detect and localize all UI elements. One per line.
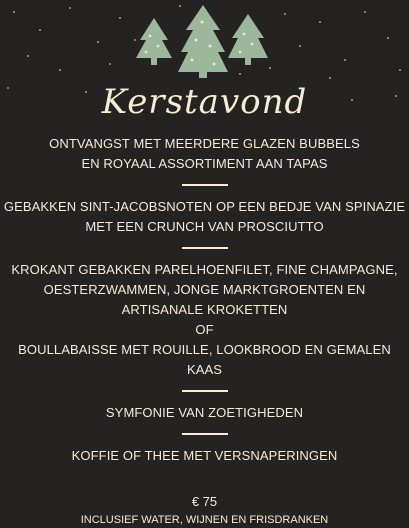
course-line: GEBAKKEN SINT-JACOBSNOTEN OP EEN BEDJE V… [3,199,406,214]
course-line: ARTISANALE KROKETTEN [121,302,288,317]
course-dessert: SYMFONIE VAN ZOETIGHEDEN [0,403,409,423]
course-starter: GEBAKKEN SINT-JACOBSNOTEN OP EEN BEDJE V… [0,197,409,237]
course-reception: ONTVANGST MET MEERDERE GLAZEN BUBBELS EN… [0,134,409,174]
christmas-tree-icon [178,5,228,78]
menu-list: ONTVANGST MET MEERDERE GLAZEN BUBBELS EN… [0,134,409,528]
divider-line [181,247,228,249]
divider-line [181,390,228,392]
menu-price: € 75 [191,494,218,509]
course-line: EN ROYAAL ASSORTIMENT AAN TAPAS [81,156,328,171]
course-line: SYMFONIE VAN ZOETIGHEDEN [105,405,304,420]
course-line: OF [195,322,214,337]
christmas-tree-icon [228,14,268,65]
course-line: OESTERZWAMMEN, JONGE MARKTGROENTEN EN [43,282,366,297]
menu-title: Kerstavond [101,82,308,122]
course-line: KAAS [186,362,223,377]
course-line: BOULLABAISSE MET ROUILLE, LOOKBROOD EN G… [18,342,391,357]
course-line: KROKANT GEBAKKEN PARELHOENFILET, FINE CH… [11,262,398,277]
divider-line [181,184,228,186]
course-line: MET EEN CRUNCH VAN PROSCIUTTO [85,219,324,234]
course-main: KROKANT GEBAKKEN PARELHOENFILET, FINE CH… [0,260,409,380]
course-line: KOFFIE OF THEE MET VERSNAPERINGEN [71,448,338,463]
course-line: ONTVANGST MET MEERDERE GLAZEN BUBBELS [49,136,360,151]
christmas-trees [136,5,268,78]
christmas-tree-icon [136,18,172,65]
course-coffee: KOFFIE OF THEE MET VERSNAPERINGEN [0,446,409,466]
divider-line [181,433,228,435]
price-footnote: INCLUSIEF WATER, WIJNEN EN FRISDRANKEN [80,514,329,526]
